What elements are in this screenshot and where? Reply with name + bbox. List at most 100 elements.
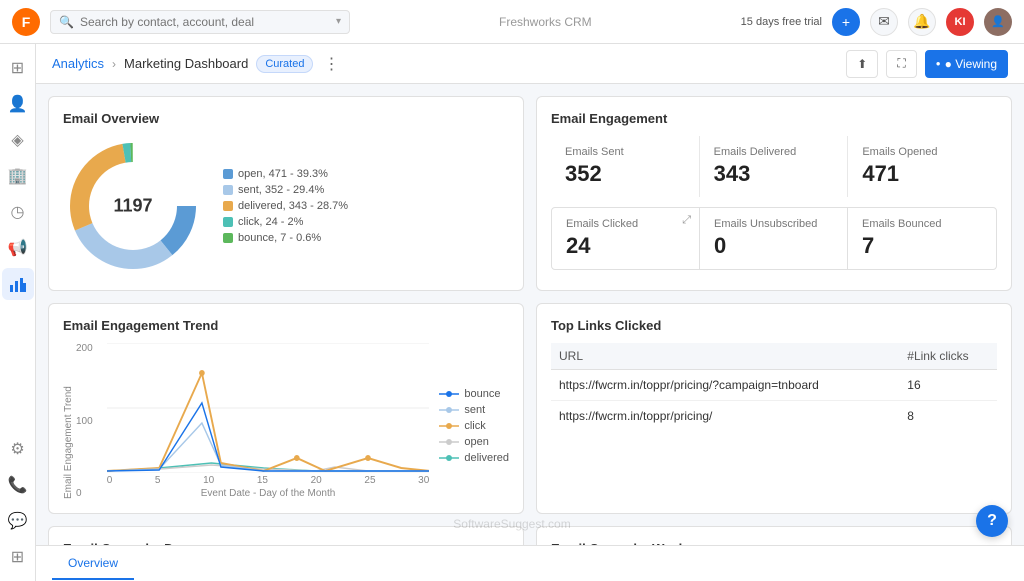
tab-overview[interactable]: Overview [52, 548, 134, 580]
breadcrumb-current: Marketing Dashboard [124, 56, 248, 71]
metric-unsubscribed: Emails Unsubscribed 0 [700, 208, 848, 269]
metric-opened-label: Emails Opened [862, 146, 983, 158]
y-ticks: 200 100 0 [76, 343, 97, 499]
clicks-column-header: #Link clicks [899, 343, 997, 370]
search-input[interactable] [80, 15, 330, 29]
legend-sent: sent [439, 404, 509, 416]
metric-delivered-value: 343 [714, 161, 834, 187]
trend-legend: bounce sent click [439, 343, 509, 499]
content-area: Analytics › Marketing Dashboard Curated … [36, 44, 1024, 581]
sidebar-item-chat[interactable]: 💬 [2, 505, 34, 537]
app-logo: F [12, 8, 40, 36]
help-button[interactable]: ? [976, 505, 1008, 537]
url-column-header: URL [551, 343, 899, 370]
link-clicks-1: 16 [899, 370, 997, 401]
legend-dot-sent [223, 185, 233, 195]
sidebar-item-apps[interactable]: ⊞ [2, 541, 34, 573]
viewing-button[interactable]: ● ● Viewing [925, 50, 1008, 78]
search-icon: 🔍 [59, 15, 74, 29]
metric-bounced-label: Emails Bounced [862, 218, 982, 230]
sidebar-item-home[interactable]: ⊞ [2, 52, 34, 84]
top-metrics: Emails Sent 352 Emails Delivered 343 Ema… [551, 136, 997, 197]
analytics-icon [9, 275, 27, 293]
dashboard: Email Overview [36, 84, 1024, 545]
legend-click: click, 24 - 2% [223, 216, 348, 228]
sidebar: ⊞ 👤 ◈ 🏢 ◷ 📢 ⚙ 📞 💬 ⊞ [0, 44, 36, 581]
metric-bounced-value: 7 [862, 233, 982, 259]
trend-inner: Email Engagement Trend 200 100 0 [63, 343, 509, 499]
metric-clicked: ⤢ Emails Clicked 24 [552, 208, 700, 269]
sidebar-item-phone[interactable]: 📞 [2, 469, 34, 501]
breadcrumb-actions: ⬆ ⛶ ● ● Viewing [846, 50, 1008, 78]
sidebar-item-campaigns[interactable]: 📢 [2, 232, 34, 264]
legend-sent: sent, 352 - 29.4% [223, 184, 348, 196]
email-engagement-title: Email Engagement [551, 111, 997, 126]
notification-button[interactable]: 🔔 [908, 8, 936, 36]
share-icon: ⬆ [857, 57, 867, 71]
bottom-metrics: ⤢ Emails Clicked 24 Emails Unsubscribed … [551, 207, 997, 270]
y-axis-label: Email Engagement Trend [63, 343, 74, 499]
metric-unsubscribed-label: Emails Unsubscribed [714, 218, 833, 230]
top-links-card: Top Links Clicked URL #Link clicks https… [536, 303, 1012, 514]
sidebar-item-activities[interactable]: ◷ [2, 196, 34, 228]
topbar-right: 15 days free trial + ✉ 🔔 KI 👤 [741, 8, 1012, 36]
breadcrumb-analytics[interactable]: Analytics [52, 56, 104, 71]
legend-dot-click [223, 217, 233, 227]
sidebar-item-contacts[interactable]: 👤 [2, 88, 34, 120]
legend-open: open, 471 - 39.3% [223, 168, 348, 180]
share-button[interactable]: ⬆ [846, 50, 878, 78]
link-url-2: https://fwcrm.in/toppr/pricing/ [551, 401, 899, 432]
sidebar-item-deals[interactable]: ◈ [2, 124, 34, 156]
legend-open: open [439, 436, 509, 448]
links-table-header: URL #Link clicks [551, 343, 997, 370]
user-initials-button[interactable]: KI [946, 8, 974, 36]
fullscreen-icon: ⛶ [897, 56, 905, 71]
x-axis-label: Event Date - Day of the Month [107, 488, 430, 499]
email-overview-inner: 1197 open, 471 - 39.3% sent, 352 - 29.4% [63, 136, 509, 276]
viewing-dot: ● [936, 59, 941, 68]
donut-total: 1197 [113, 196, 152, 217]
metric-unsubscribed-value: 0 [714, 233, 833, 259]
dropdown-icon: ▾ [336, 16, 341, 27]
x-ticks: 0 5 10 15 20 25 30 [107, 473, 430, 486]
metric-sent: Emails Sent 352 [551, 136, 700, 197]
app-title: Freshworks CRM [360, 15, 731, 29]
table-row: https://fwcrm.in/toppr/pricing/ 8 [551, 401, 997, 432]
expand-icon[interactable]: ⤢ [682, 214, 691, 227]
table-row: https://fwcrm.in/toppr/pricing/?campaign… [551, 370, 997, 401]
trend-title: Email Engagement Trend [63, 318, 509, 333]
add-button[interactable]: + [832, 8, 860, 36]
topbar: F 🔍 ▾ Freshworks CRM 15 days free trial … [0, 0, 1024, 44]
main-layout: ⊞ 👤 ◈ 🏢 ◷ 📢 ⚙ 📞 💬 ⊞ Analytics › Marketin… [0, 44, 1024, 581]
metric-opened-value: 471 [862, 161, 983, 187]
breadcrumb-separator: › [112, 57, 116, 71]
metric-sent-value: 352 [565, 161, 685, 187]
donut-chart: 1197 [63, 136, 203, 276]
email-opens-week-card: Email Opens by Week # Emails Opened 200 … [536, 526, 1012, 545]
sidebar-bottom: 📞 💬 ⊞ [2, 469, 34, 573]
trend-card: Email Engagement Trend Email Engagement … [48, 303, 524, 514]
more-options-icon[interactable]: ⋮ [323, 54, 339, 74]
top-links-title: Top Links Clicked [551, 318, 997, 333]
trend-svg [107, 343, 430, 473]
metric-delivered-label: Emails Delivered [714, 146, 834, 158]
fullscreen-button[interactable]: ⛶ [886, 50, 916, 78]
email-engagement-card: Email Engagement Emails Sent 352 Emails … [536, 96, 1012, 291]
metric-delivered: Emails Delivered 343 [700, 136, 849, 197]
curated-badge: Curated [256, 55, 313, 73]
row-1: Email Overview [48, 96, 1012, 291]
sidebar-item-settings[interactable]: ⚙ [2, 433, 34, 465]
viewing-label: ● Viewing [945, 57, 997, 71]
legend-dot-open [223, 169, 233, 179]
sidebar-item-accounts[interactable]: 🏢 [2, 160, 34, 192]
legend-delivered: delivered, 343 - 28.7% [223, 200, 348, 212]
trial-text: 15 days free trial [741, 16, 822, 28]
sidebar-item-analytics[interactable] [2, 268, 34, 300]
search-bar[interactable]: 🔍 ▾ [50, 10, 350, 34]
email-overview-card: Email Overview [48, 96, 524, 291]
link-url-1: https://fwcrm.in/toppr/pricing/?campaign… [551, 370, 899, 401]
email-button[interactable]: ✉ [870, 8, 898, 36]
legend-bounce: bounce, 7 - 0.6% [223, 232, 348, 244]
legend-bounce: bounce [439, 388, 509, 400]
avatar[interactable]: 👤 [984, 8, 1012, 36]
